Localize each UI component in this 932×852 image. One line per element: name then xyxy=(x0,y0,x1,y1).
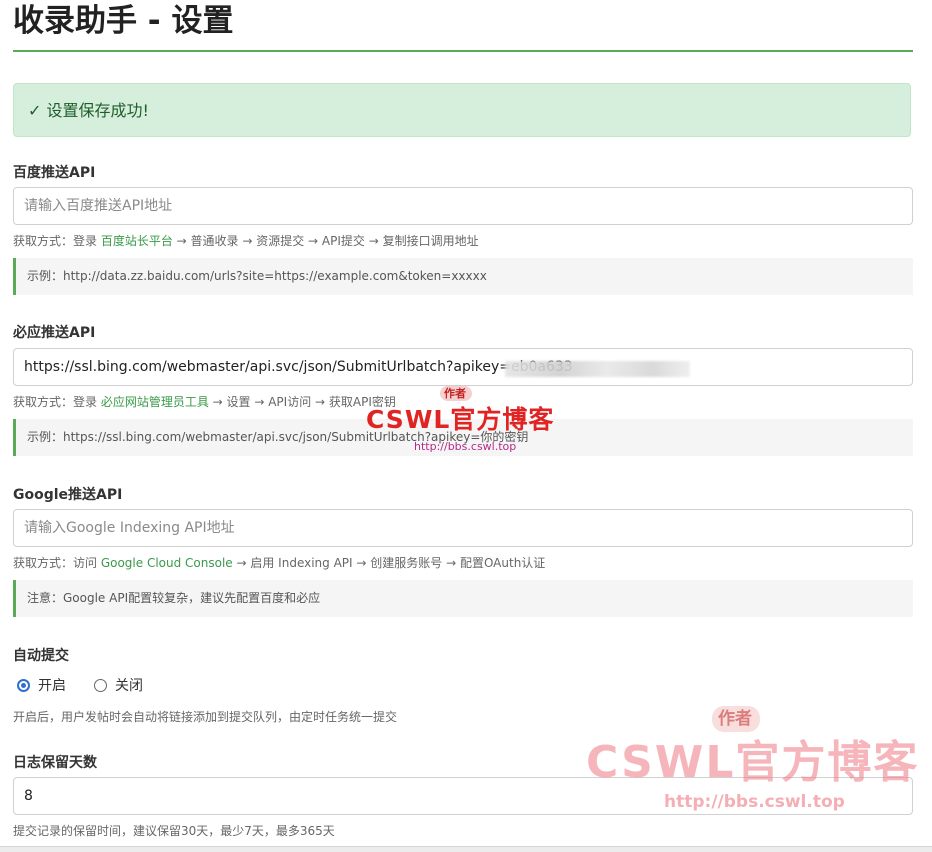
redacted-key-blur xyxy=(505,361,690,377)
auto-submit-on-label: 开启 xyxy=(38,678,66,694)
google-api-input[interactable] xyxy=(13,509,913,547)
radio-unchecked-icon[interactable] xyxy=(94,678,107,692)
bing-api-label: 必应推送API xyxy=(13,325,96,341)
watermark-author-tag-small: 作者 xyxy=(440,386,472,401)
auto-submit-off-label: 关闭 xyxy=(115,678,143,694)
google-help-suffix: → 启用 Indexing API → 创建服务账号 → 配置OAuth认证 xyxy=(232,556,546,570)
success-alert: ✓ 设置保存成功! xyxy=(13,83,911,137)
google-help-text: 获取方式：访问 Google Cloud Console → 启用 Indexi… xyxy=(13,554,545,571)
baidu-api-input[interactable] xyxy=(13,187,913,225)
baidu-example-note: 示例：http://data.zz.baidu.com/urls?site=ht… xyxy=(13,258,913,295)
bing-help-suffix: → 设置 → API访问 → 获取API密钥 xyxy=(208,395,396,409)
bing-example-note: 示例：https://ssl.bing.com/webmaster/api.sv… xyxy=(13,419,913,456)
watermark-author-tag-large: 作者 xyxy=(712,706,760,732)
google-api-label: Google推送API xyxy=(13,487,123,503)
bing-help-prefix: 获取方式：登录 xyxy=(13,395,101,409)
baidu-api-label: 百度推送API xyxy=(13,165,96,181)
baidu-help-prefix: 获取方式：登录 xyxy=(13,234,101,248)
bing-api-input[interactable] xyxy=(13,348,913,386)
auto-submit-on-option[interactable]: 开启 xyxy=(17,675,66,695)
auto-submit-help: 开启后，用户发帖时会自动将链接添加到提交队列，由定时任务统一提交 xyxy=(13,710,398,724)
bottom-scrollbar[interactable] xyxy=(0,846,932,852)
auto-submit-label: 自动提交 xyxy=(13,648,69,664)
google-config-note: 注意：Google API配置较复杂，建议先配置百度和必应 xyxy=(13,580,913,617)
bing-webmaster-link[interactable]: 必应网站管理员工具 xyxy=(101,395,209,409)
auto-submit-off-option[interactable]: 关闭 xyxy=(94,675,143,695)
auto-submit-radio-group: 开启 关闭 xyxy=(17,675,171,695)
baidu-webmaster-link[interactable]: 百度站长平台 xyxy=(101,234,173,248)
radio-checked-icon[interactable] xyxy=(17,678,30,692)
title-divider xyxy=(13,50,913,52)
settings-page: 收录助手 - 设置 ✓ 设置保存成功! 百度推送API 获取方式：登录 百度站长… xyxy=(0,0,932,852)
google-help-prefix: 获取方式：访问 xyxy=(13,556,101,570)
page-title: 收录助手 - 设置 xyxy=(13,3,234,39)
log-retention-help: 提交记录的保留时间，建议保留30天，最少7天，最多365天 xyxy=(13,824,335,838)
google-cloud-console-link[interactable]: Google Cloud Console xyxy=(101,556,233,570)
bing-help-text: 获取方式：登录 必应网站管理员工具 → 设置 → API访问 → 获取API密钥 xyxy=(13,393,396,410)
baidu-help-text: 获取方式：登录 百度站长平台 → 普通收录 → 资源提交 → API提交 → 复… xyxy=(13,232,479,249)
log-retention-input[interactable] xyxy=(13,777,913,815)
baidu-help-suffix: → 普通收录 → 资源提交 → API提交 → 复制接口调用地址 xyxy=(172,234,479,248)
log-retention-label: 日志保留天数 xyxy=(13,755,97,771)
